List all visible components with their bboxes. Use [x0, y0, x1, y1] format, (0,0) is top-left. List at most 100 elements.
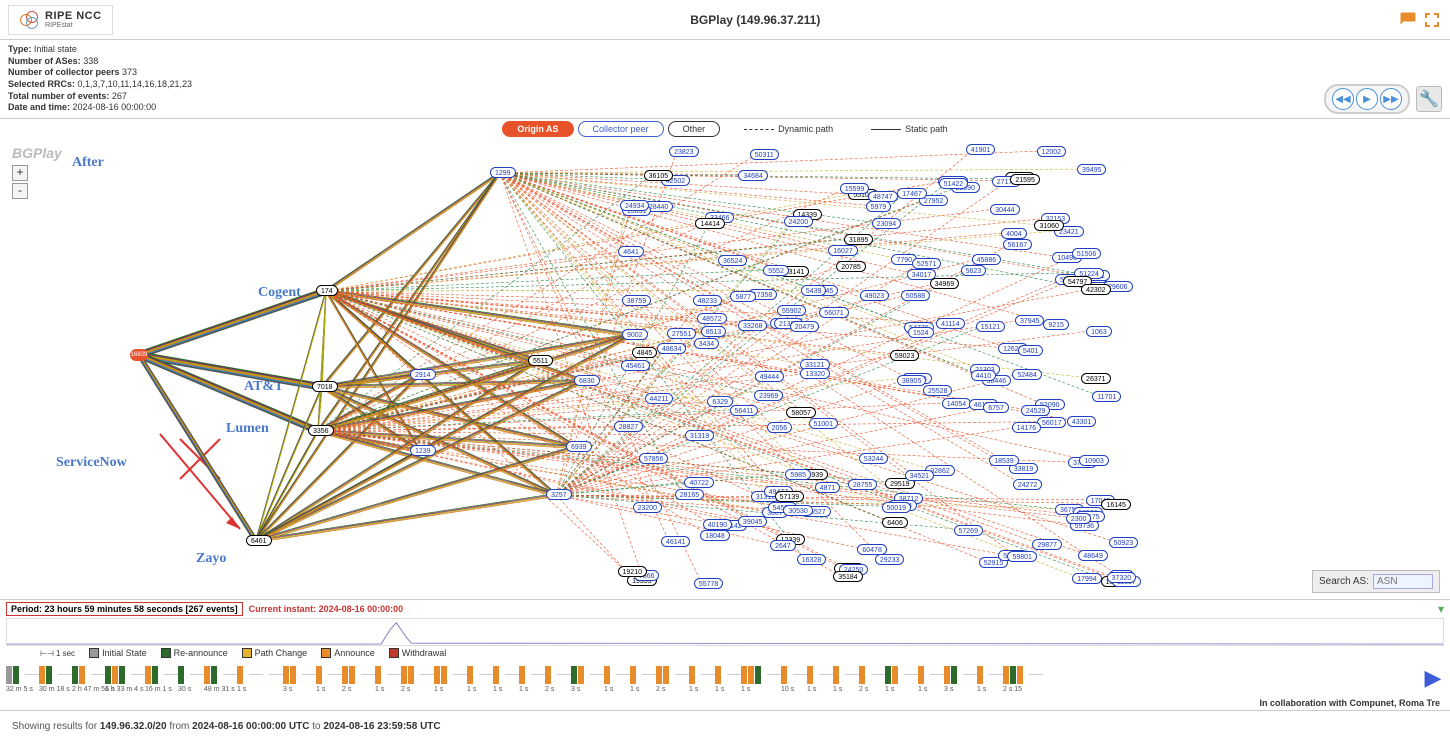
as-node[interactable]: 49444: [755, 371, 784, 382]
as-node[interactable]: 3434: [694, 338, 720, 349]
as-node[interactable]: 24934: [620, 200, 649, 211]
as-node[interactable]: 51001: [809, 418, 838, 429]
as-node[interactable]: 24529: [1021, 405, 1050, 416]
as-node[interactable]: 42302: [1081, 284, 1110, 295]
timeline-segment[interactable]: 1 s: [885, 666, 898, 684]
as-node[interactable]: 50311: [750, 149, 779, 160]
graph-canvas[interactable]: BGPlay + - After ServiceNow Cogent AT&T …: [0, 139, 1450, 599]
timeline-segment[interactable]: 32 m 5 s: [6, 666, 19, 684]
as-node[interactable]: 59023: [890, 350, 919, 361]
as-node[interactable]: 15599: [840, 183, 869, 194]
play-button[interactable]: ▶: [1356, 88, 1378, 110]
timeline-segment[interactable]: 1 s: [715, 666, 721, 684]
timeline-segment[interactable]: 2 s: [401, 666, 414, 684]
as-node[interactable]: 40190: [703, 519, 732, 530]
as-node[interactable]: 56071: [819, 307, 848, 318]
rewind-button[interactable]: ◀◀: [1332, 88, 1354, 110]
as-node[interactable]: 28827: [614, 421, 643, 432]
as-node[interactable]: 50588: [901, 290, 930, 301]
as-node[interactable]: 41114: [936, 318, 964, 329]
timeline-segment[interactable]: 1 s: [493, 666, 499, 684]
as-node[interactable]: 48649: [1078, 550, 1107, 561]
as-node[interactable]: 39495: [1077, 164, 1106, 175]
as-node[interactable]: 23823: [669, 146, 698, 157]
as-node[interactable]: 5511: [528, 355, 553, 366]
as-node[interactable]: 4004: [1001, 228, 1027, 239]
as-node[interactable]: 2056: [767, 422, 793, 433]
as-node[interactable]: 6757: [983, 402, 1009, 413]
timeline-track[interactable]: 32 m 5 s30 m 18 s2 h 47 m 56 s1 h 33 m 4…: [6, 660, 1444, 696]
as-node[interactable]: 49023: [860, 290, 889, 301]
as-node[interactable]: 35184: [833, 571, 862, 582]
as-node[interactable]: 23094: [872, 218, 901, 229]
as-node[interactable]: 5985: [785, 469, 811, 480]
event-sparkline[interactable]: [6, 618, 1444, 646]
as-node[interactable]: 57139: [775, 491, 804, 502]
as-node[interactable]: 36524: [718, 255, 747, 266]
as-node[interactable]: 57856: [639, 453, 668, 464]
timeline-segment[interactable]: 1 s: [519, 666, 525, 684]
timeline-segment[interactable]: 1 s: [434, 666, 447, 684]
as-node[interactable]: 28165: [675, 489, 704, 500]
timeline-segment[interactable]: 1 s: [375, 666, 381, 684]
timeline-segment[interactable]: 1 s: [316, 666, 322, 684]
as-node[interactable]: 3356: [308, 425, 334, 436]
as-node[interactable]: 50923: [1109, 537, 1138, 548]
as-node[interactable]: 34521: [905, 470, 934, 481]
as-node[interactable]: 45886: [972, 254, 1001, 265]
as-node[interactable]: 1299: [490, 167, 516, 178]
as-node[interactable]: 23969: [754, 390, 783, 401]
as-node[interactable]: 59801: [1007, 551, 1036, 562]
timeline-segment[interactable]: 2 s: [545, 666, 551, 684]
as-node[interactable]: 17467: [897, 188, 926, 199]
as-node[interactable]: 2914: [410, 369, 436, 380]
timeline-segment[interactable]: 1 s: [741, 666, 761, 684]
as-node[interactable]: 25528: [923, 385, 952, 396]
as-node[interactable]: 36105: [644, 170, 673, 181]
timeline-segment[interactable]: 2 s: [656, 666, 669, 684]
as-node[interactable]: 18539: [989, 455, 1018, 466]
as-node[interactable]: 48747: [868, 191, 897, 202]
as-node[interactable]: 31060: [1034, 220, 1063, 231]
as-node[interactable]: 9002: [622, 329, 648, 340]
as-node[interactable]: 30444: [990, 204, 1019, 215]
comment-icon[interactable]: [1398, 10, 1418, 30]
as-node[interactable]: 56017: [1037, 417, 1066, 428]
as-node[interactable]: 55778: [694, 578, 723, 589]
as-node[interactable]: 38905: [897, 375, 926, 386]
as-node[interactable]: 17994: [1072, 573, 1101, 584]
as-node[interactable]: 24200: [784, 216, 813, 227]
as-node[interactable]: 52484: [1012, 369, 1041, 380]
as-node[interactable]: 51506: [1072, 248, 1101, 259]
timeline-segment[interactable]: 1 s: [604, 666, 610, 684]
as-node[interactable]: 55902: [777, 305, 806, 316]
as-node[interactable]: 31895: [844, 234, 873, 245]
as-node[interactable]: 3257: [546, 489, 572, 500]
as-node[interactable]: 27551: [667, 328, 696, 339]
timeline-segment[interactable]: 16 m 1 s: [145, 666, 158, 684]
timeline-segment[interactable]: 3 s: [571, 666, 584, 684]
as-node[interactable]: 2300: [1066, 513, 1092, 524]
as-node[interactable]: 5552: [763, 265, 789, 276]
as-node[interactable]: 45461: [621, 360, 650, 371]
timeline-segment[interactable]: 1 s: [630, 666, 636, 684]
origin-as-node[interactable]: 16839: [130, 349, 148, 361]
as-node[interactable]: 44211: [645, 393, 674, 404]
as-node[interactable]: 14414: [695, 218, 724, 229]
as-node[interactable]: 53244: [859, 453, 888, 464]
as-node[interactable]: 34969: [930, 278, 959, 289]
as-node[interactable]: 14054: [942, 398, 971, 409]
as-node[interactable]: 5401: [1018, 345, 1044, 356]
timeline-segment[interactable]: 2 s: [342, 666, 355, 684]
as-node[interactable]: 46141: [661, 536, 690, 547]
as-node[interactable]: 12002: [1037, 146, 1066, 157]
as-node[interactable]: 29877: [1032, 539, 1061, 550]
as-node[interactable]: 5623: [961, 265, 987, 276]
timeline-segment[interactable]: 30 s: [178, 666, 184, 684]
as-node[interactable]: 23200: [633, 502, 662, 513]
as-node[interactable]: 1239: [410, 445, 436, 456]
as-node[interactable]: 20785: [836, 261, 865, 272]
timeline-segment[interactable]: 30 m 18 s: [39, 666, 52, 684]
as-node[interactable]: 48634: [657, 343, 686, 354]
as-node[interactable]: 52571: [912, 258, 941, 269]
